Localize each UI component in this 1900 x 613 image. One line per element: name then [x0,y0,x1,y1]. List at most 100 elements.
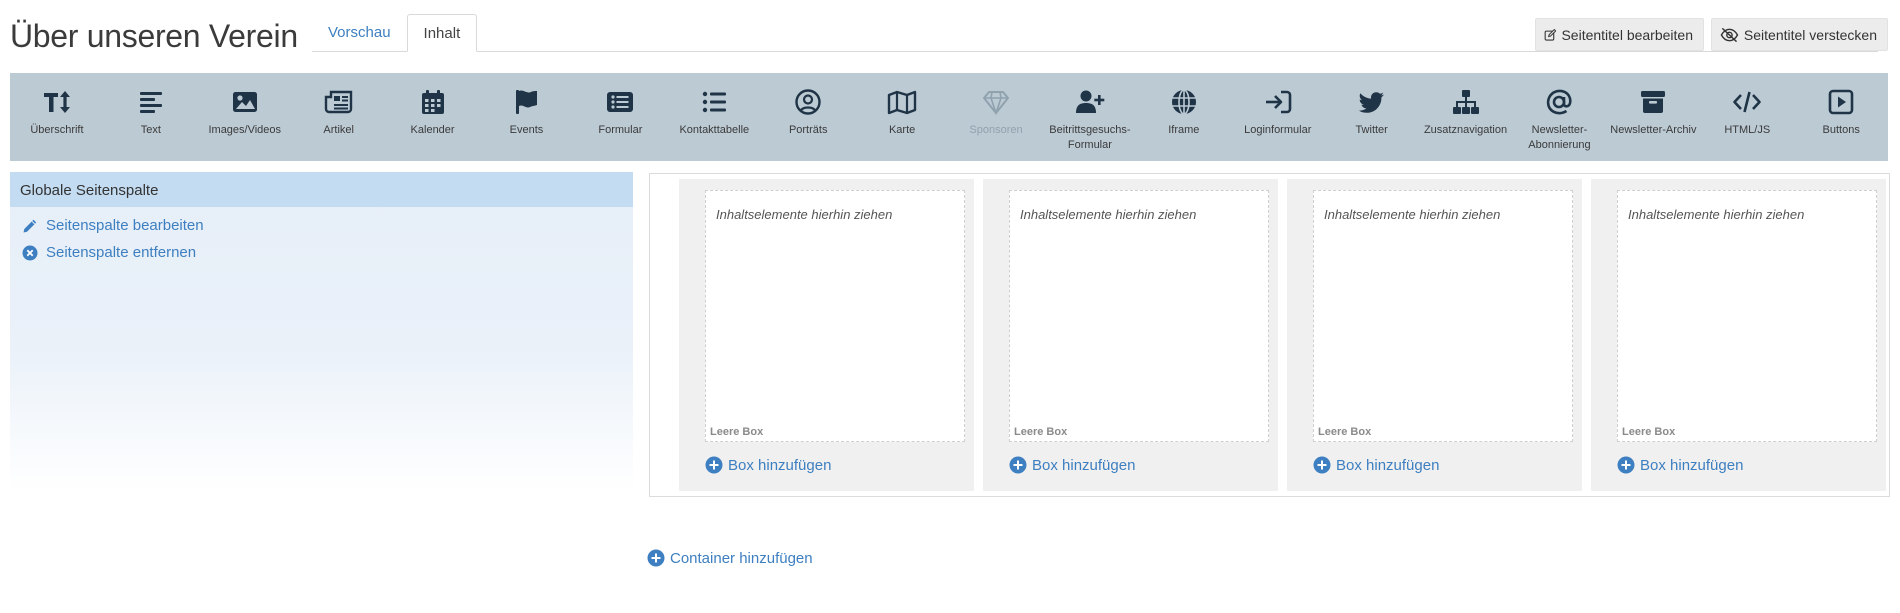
empty-box-label: Leere Box [1318,426,1372,438]
tool-sponsors: Sponsoren [949,73,1043,161]
plus-circle-icon [647,549,665,567]
tool-label: Sponsoren [969,124,1023,136]
calendar-icon [421,90,444,114]
sign-in-icon [1265,90,1292,114]
add-container-label: Container hinzufügen [670,549,813,567]
add-box-button[interactable]: Box hinzufügen [1313,456,1439,474]
add-box-button[interactable]: Box hinzufügen [1617,456,1743,474]
add-box-label: Box hinzufügen [728,456,832,474]
tool-label: HTML/JS [1724,124,1771,136]
add-container-button[interactable]: Container hinzufügen [647,549,813,567]
tool-portraits[interactable]: Porträts [761,73,855,161]
tool-map[interactable]: Karte [855,73,949,161]
twitter-icon [1358,92,1384,113]
tool-label: Twitter [1355,124,1388,136]
tool-twitter[interactable]: Twitter [1325,73,1419,161]
tool-html-js[interactable]: HTML/JS [1700,73,1794,161]
align-left-icon [139,92,162,113]
tool-label: Überschrift [30,124,84,136]
dropzone[interactable]: Inhaltselemente hierhin ziehen Leere Box [1617,190,1877,442]
add-box-button[interactable]: Box hinzufügen [1009,456,1135,474]
image-icon [232,92,257,112]
edit-page-title-button[interactable]: Seitentitel bearbeiten [1535,18,1704,51]
at-icon [1547,89,1573,115]
edit-sidebar-link[interactable]: Seitenspalte bearbeiten [22,217,633,234]
tool-label: Kontakttabelle [679,124,750,136]
tool-text[interactable]: Text [104,73,198,161]
dropzone[interactable]: Inhaltselemente hierhin ziehen Leere Box [1009,190,1269,442]
content-container: Inhaltselemente hierhin ziehen Leere Box… [649,173,1890,497]
tool-label: Text [140,124,161,136]
list-alt-icon [607,92,634,112]
tab-preview[interactable]: Vorschau [312,14,407,51]
dropzone[interactable]: Inhaltselemente hierhin ziehen Leere Box [705,190,965,442]
tab-content[interactable]: Inhalt [406,14,478,52]
dropzone-hint: Inhaltselemente hierhin ziehen [1020,207,1197,222]
tool-form[interactable]: Formular [573,73,667,161]
tool-label: Newsletter-Archiv [1610,124,1697,136]
empty-box-label: Leere Box [710,426,764,438]
tool-images-videos[interactable]: Images/Videos [198,73,292,161]
empty-box-label: Leere Box [1014,426,1068,438]
remove-sidebar-label: Seitenspalte entfernen [46,244,197,261]
empty-box-label: Leere Box [1622,426,1676,438]
tool-label: Buttons [1822,124,1860,136]
list-icon [703,91,727,113]
dropzone-hint: Inhaltselemente hierhin ziehen [716,207,893,222]
tool-label: Formular [598,124,643,136]
tool-iframe[interactable]: Iframe [1137,73,1231,161]
edit-sidebar-label: Seitenspalte bearbeiten [46,217,204,234]
global-sidebar-panel: Globale Seitenspalte Seitenspalte bearbe… [10,172,633,492]
close-circle-icon [22,245,38,260]
tool-label: Beitrittsgesuchs-Formular [1049,124,1131,151]
tool-newsletter-archive[interactable]: Newsletter-Archiv [1606,73,1700,161]
tool-calendar[interactable]: Kalender [386,73,480,161]
hide-page-title-label: Seitentitel verstecken [1743,26,1877,43]
gem-icon [983,91,1010,116]
tool-label: Karte [888,124,916,136]
pencil-icon [23,219,37,232]
plus-circle-icon [1009,456,1027,474]
tool-newsletter-subscription[interactable]: Newsletter-Abonnierung [1513,73,1607,161]
globe-icon [1171,89,1196,115]
tool-heading[interactable]: Überschrift [10,73,104,161]
tool-articles[interactable]: Artikel [292,73,386,161]
content-element-toolbar: Überschrift Text Images/Videos Artikel K… [10,73,1888,161]
dropzone[interactable]: Inhaltselemente hierhin ziehen Leere Box [1313,190,1573,442]
plus-circle-icon [705,456,723,474]
tool-contact-table[interactable]: Kontakttabelle [667,73,761,161]
add-box-button[interactable]: Box hinzufügen [705,456,831,474]
container-column-1: Inhaltselemente hierhin ziehen Leere Box… [679,179,974,491]
tool-label: Artikel [323,124,354,136]
tool-label: Iframe [1168,124,1200,136]
container-column-2: Inhaltselemente hierhin ziehen Leere Box… [983,179,1278,491]
hide-page-title-button[interactable]: Seitentitel verstecken [1711,18,1888,51]
tool-extra-navigation[interactable]: Zusatznavigation [1419,73,1513,161]
code-icon [1733,91,1762,113]
tool-label: Newsletter-Abonnierung [1528,124,1591,151]
tool-label: Images/Videos [208,124,282,136]
user-circle-icon [795,89,821,115]
tool-label: Kalender [410,124,455,136]
tool-buttons[interactable]: Buttons [1794,73,1888,161]
plus-circle-icon [1313,456,1331,474]
tool-membership-form[interactable]: Beitrittsgesuchs-Formular [1043,73,1137,161]
eye-slash-icon [1720,27,1739,42]
tool-label: Loginformular [1244,124,1312,136]
play-square-icon [1828,89,1854,115]
sidebar-title: Globale Seitenspalte [10,172,633,207]
edit-icon [1544,28,1557,41]
newspaper-icon [324,90,352,114]
tool-events[interactable]: Events [480,73,574,161]
plus-circle-icon [1617,456,1635,474]
user-plus-icon [1075,90,1105,113]
add-box-label: Box hinzufügen [1032,456,1136,474]
dropzone-hint: Inhaltselemente hierhin ziehen [1324,207,1501,222]
flag-icon [516,90,538,114]
tool-login-form[interactable]: Loginformular [1231,73,1325,161]
remove-sidebar-link[interactable]: Seitenspalte entfernen [22,244,633,261]
page-title: Über unseren Verein [10,18,298,54]
add-box-label: Box hinzufügen [1336,456,1440,474]
edit-page-title-label: Seitentitel bearbeiten [1561,26,1693,43]
container-column-3: Inhaltselemente hierhin ziehen Leere Box… [1287,179,1582,491]
